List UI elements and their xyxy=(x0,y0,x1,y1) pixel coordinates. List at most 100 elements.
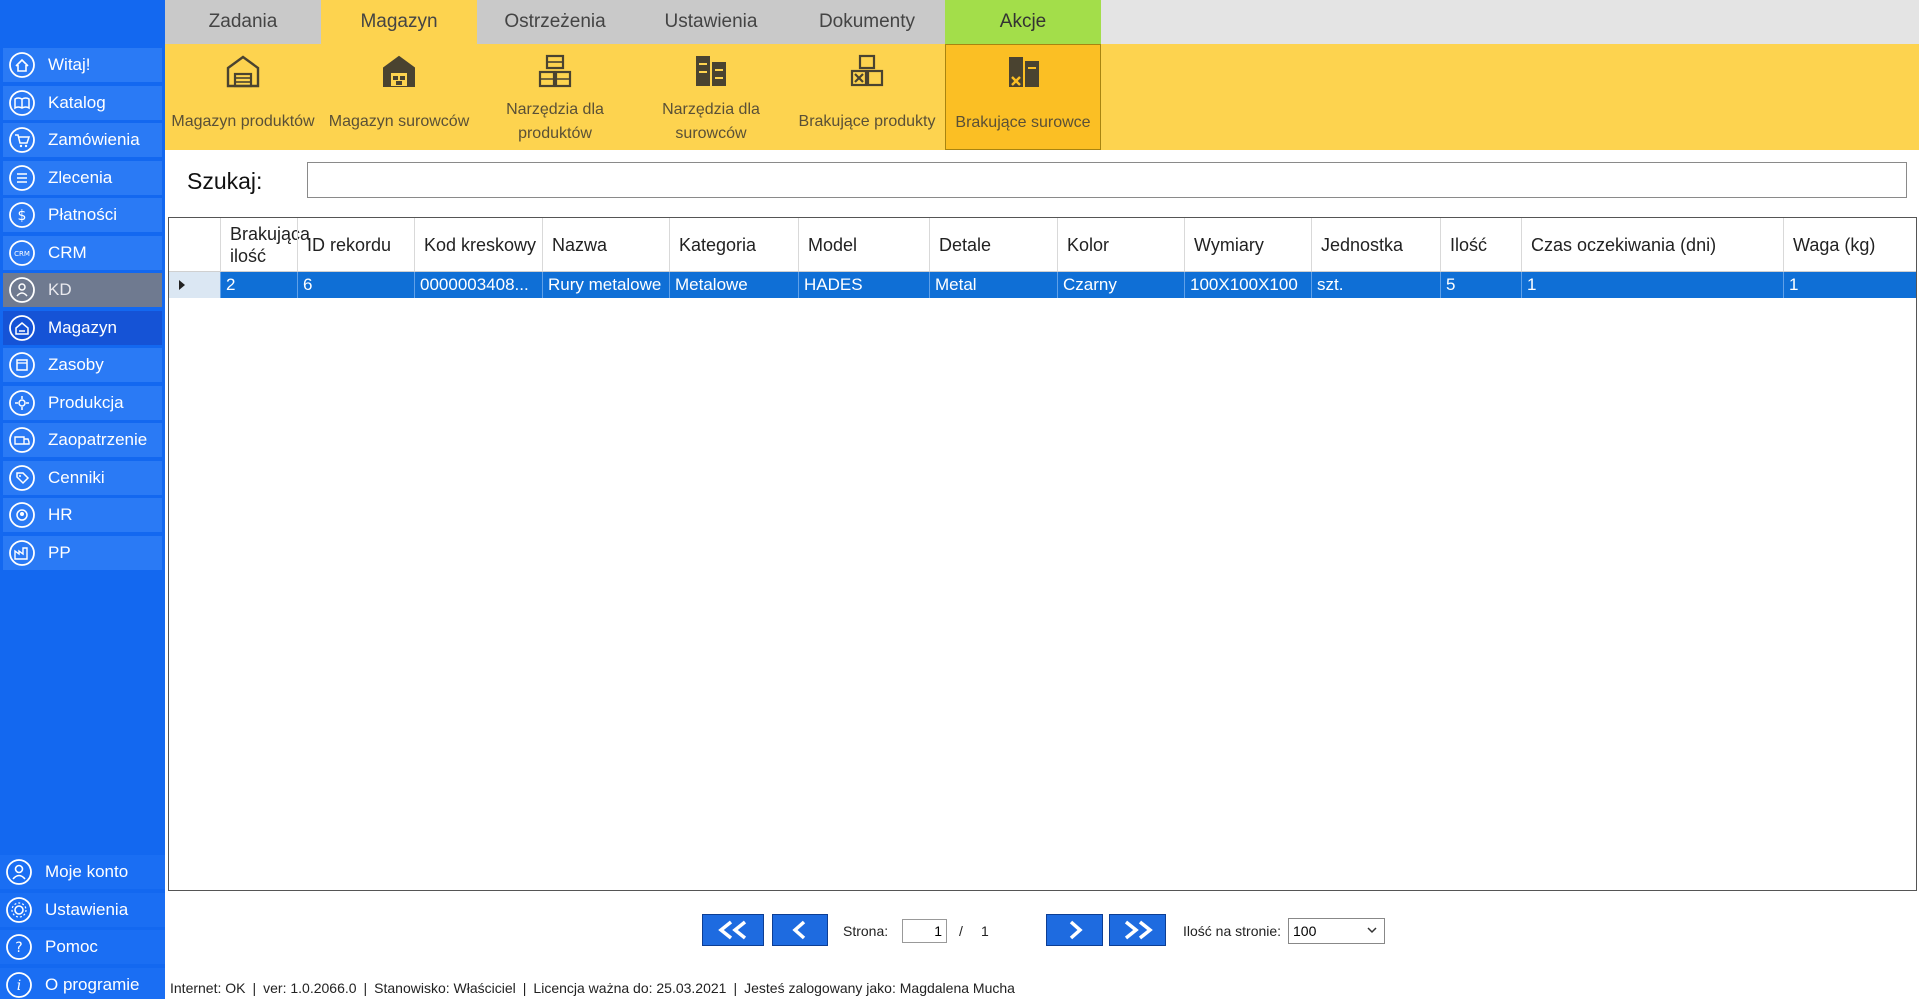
warehouse-materials-icon xyxy=(383,55,415,87)
column-header[interactable]: Jednostka xyxy=(1311,218,1440,271)
sidebar-item-produkcja[interactable]: Produkcja xyxy=(3,385,162,420)
table-cell[interactable]: 1 xyxy=(1521,272,1783,298)
table-cell[interactable]: Rury metalowe xyxy=(542,272,669,298)
truck-icon xyxy=(8,426,36,454)
sidebar-item-label: Moje konto xyxy=(45,862,129,881)
status-separator: | xyxy=(522,980,527,996)
sidebar-item-label: Zasoby xyxy=(48,355,104,374)
column-header[interactable]: Waga (kg) xyxy=(1783,218,1916,271)
ribbon-narzedzia-produktow-button[interactable]: Narzędzia dla produktów xyxy=(477,44,633,150)
column-header[interactable]: Detale xyxy=(929,218,1057,271)
column-header[interactable]: Model xyxy=(798,218,929,271)
next-page-button[interactable] xyxy=(1046,914,1103,946)
cart-icon xyxy=(8,126,36,154)
table-cell[interactable]: 2 xyxy=(220,272,297,298)
sidebar-item-magazyn[interactable]: Magazyn xyxy=(3,310,162,345)
status-internet: Internet: OK xyxy=(170,980,246,996)
ribbon-label: Narzędzia dla produktów xyxy=(506,101,604,142)
column-header[interactable]: Nazwa xyxy=(542,218,669,271)
table-cell[interactable]: Metal xyxy=(929,272,1057,298)
sidebar-item-label: HR xyxy=(48,505,73,524)
sidebar-item-hr[interactable]: HR xyxy=(3,498,162,532)
status-separator: | xyxy=(252,980,257,996)
column-header[interactable]: Kolor xyxy=(1057,218,1184,271)
sidebar-item-zasoby[interactable]: Zasoby xyxy=(3,348,162,382)
double-chevron-left-icon xyxy=(718,920,747,940)
page-number-input[interactable] xyxy=(902,919,947,943)
ribbon-label: Magazyn produktów xyxy=(171,113,315,130)
ribbon-brakujace-surowce-button[interactable]: Brakujące surowce xyxy=(945,44,1101,150)
column-header[interactable]: Wymiary xyxy=(1184,218,1311,271)
sidebar-item-ustawienia[interactable]: Ustawienia xyxy=(0,892,165,927)
ribbon-magazyn-surowcow-button[interactable]: Magazyn surowców xyxy=(321,44,477,150)
sidebar-item-label: Produkcja xyxy=(48,392,124,412)
sidebar-item-zlecenia[interactable]: Zlecenia xyxy=(3,160,162,195)
sidebar-item-label: Katalog xyxy=(48,92,106,112)
table-cell[interactable]: 100X100X100 xyxy=(1184,272,1311,298)
dollar-icon: $ xyxy=(8,201,36,229)
tab-magazyn[interactable]: Magazyn xyxy=(321,0,477,44)
ribbon-label: Narzędzia dla surowców xyxy=(662,101,760,142)
sidebar-item-label: O programie xyxy=(45,974,140,994)
sidebar-item-o-programie[interactable]: i O programie xyxy=(0,967,165,999)
sidebar-item-zaopatrzenie[interactable]: Zaopatrzenie xyxy=(3,423,162,457)
double-chevron-right-icon xyxy=(1124,920,1153,940)
column-header[interactable]: Czas oczekiwania (dni) xyxy=(1521,218,1783,271)
ribbon-brakujace-produkty-button[interactable]: Brakujące produkty xyxy=(789,44,945,150)
row-pointer-icon xyxy=(179,280,185,290)
tab-dokumenty[interactable]: Dokumenty xyxy=(789,0,945,44)
sidebar-item-witaj[interactable]: Witaj! xyxy=(3,48,162,82)
person-circle-icon xyxy=(8,501,36,529)
column-header[interactable]: Kategoria xyxy=(669,218,798,271)
sidebar-item-pomoc[interactable]: ? Pomoc xyxy=(0,930,165,964)
first-page-button[interactable] xyxy=(702,914,764,946)
sidebar-item-platnosci[interactable]: $ Płatności xyxy=(3,198,162,232)
sidebar-item-label: PP xyxy=(48,542,71,562)
tab-akcje[interactable]: Akcje xyxy=(945,0,1101,44)
chevron-down-icon xyxy=(1367,927,1377,934)
table-cell[interactable]: 6 xyxy=(297,272,414,298)
row-selector[interactable] xyxy=(169,272,220,298)
sidebar-item-moje-konto[interactable]: Moje konto xyxy=(0,855,165,889)
sidebar-item-pp[interactable]: PP xyxy=(3,535,162,570)
status-separator: | xyxy=(363,980,368,996)
sidebar-item-cenniki[interactable]: Cenniki xyxy=(3,460,162,495)
column-header[interactable]: Kod kreskowy xyxy=(414,218,542,271)
ribbon-magazyn-produktow-button[interactable]: Magazyn produktów xyxy=(165,44,321,150)
sidebar-item-label: Pomoc xyxy=(45,937,98,956)
tools-materials-icon xyxy=(696,56,726,86)
ribbon-label: Brakujące surowce xyxy=(955,114,1091,131)
box-icon xyxy=(8,351,36,379)
column-header[interactable]: Brakująca ilość xyxy=(220,218,310,271)
search-input[interactable] xyxy=(307,162,1907,198)
tab-ostrzezenia[interactable]: Ostrzeżenia xyxy=(477,0,633,44)
per-page-select[interactable]: 100 xyxy=(1288,918,1385,944)
ribbon-narzedzia-surowcow-button[interactable]: Narzędzia dla surowców xyxy=(633,44,789,150)
page-label: Strona: xyxy=(843,923,889,939)
table-cell[interactable]: Czarny xyxy=(1057,272,1184,298)
settings-icon xyxy=(5,896,33,924)
sidebar-item-zamowienia[interactable]: Zamówienia xyxy=(3,123,162,157)
sidebar-item-katalog[interactable]: Katalog xyxy=(3,85,162,120)
account-icon xyxy=(5,858,33,886)
table-cell[interactable]: HADES xyxy=(798,272,929,298)
sidebar-item-crm[interactable]: CRM CRM xyxy=(3,235,162,270)
app-window: Witaj! Katalog Zamówienia Zlecenia $ Płatnośc… xyxy=(0,0,1919,999)
table-row[interactable]: 2 6 0000003408... Rury metalowe Metalowe HADE… xyxy=(169,272,1916,298)
tab-ustawienia[interactable]: Ustawienia xyxy=(633,0,789,44)
sidebar-item-label: Cenniki xyxy=(48,467,105,487)
sidebar-item-kd[interactable]: KD xyxy=(3,273,162,307)
ribbon-label: Magazyn surowców xyxy=(328,113,470,130)
table-cell[interactable]: 1 xyxy=(1783,272,1916,298)
last-page-button[interactable] xyxy=(1109,914,1166,946)
missing-products-icon xyxy=(850,54,884,87)
tab-zadania[interactable]: Zadania xyxy=(165,0,321,44)
table-cell[interactable]: 5 xyxy=(1440,272,1521,298)
column-header[interactable]: Ilość xyxy=(1440,218,1521,271)
table-cell[interactable]: szt. xyxy=(1311,272,1440,298)
prev-page-button[interactable] xyxy=(772,914,828,946)
table-cell[interactable]: Metalowe xyxy=(669,272,798,298)
column-header[interactable]: ID rekordu xyxy=(297,218,414,271)
data-grid: Brakująca ilość ID rekordu Kod kreskowy Naz… xyxy=(168,217,1917,891)
table-cell[interactable]: 0000003408... xyxy=(414,272,542,298)
